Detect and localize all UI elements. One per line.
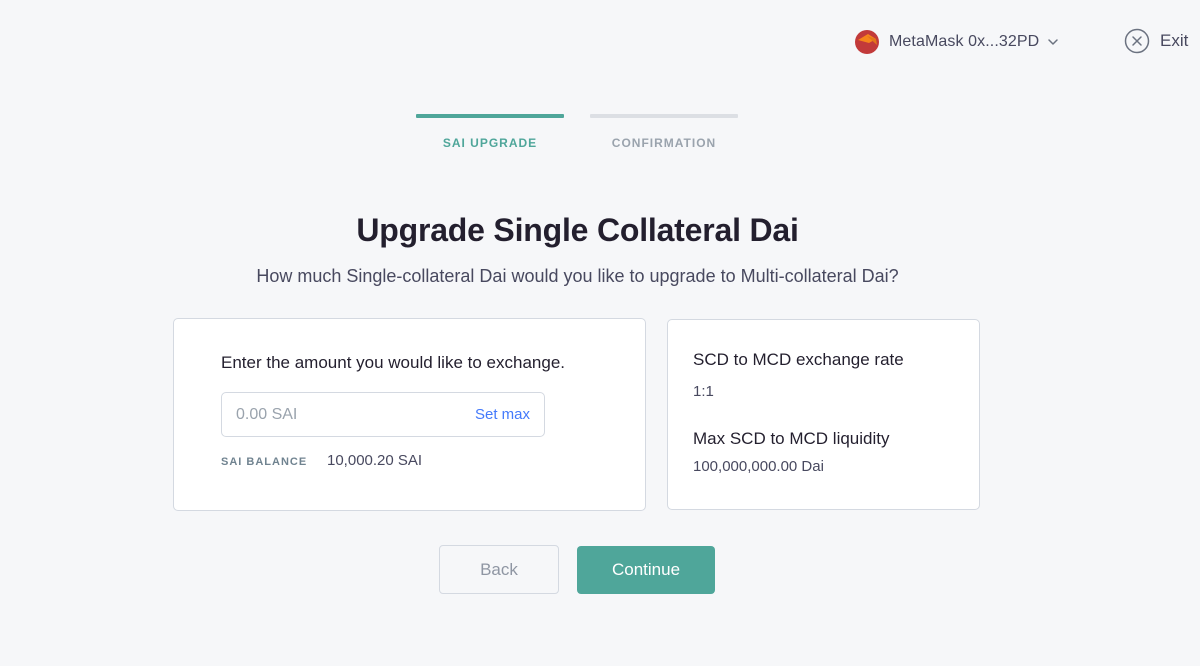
exit-button[interactable]: Exit: [1124, 28, 1188, 54]
step-confirmation: CONFIRMATION: [590, 114, 738, 150]
page-title: Upgrade Single Collateral Dai: [356, 212, 799, 248]
account-selector[interactable]: MetaMask 0x...32PD: [855, 30, 1059, 54]
step-label: SAI UPGRADE: [442, 136, 538, 150]
metamask-fox-icon: [855, 30, 879, 54]
continue-button[interactable]: Continue: [577, 546, 715, 594]
amount-input[interactable]: [236, 405, 475, 424]
step-progress-bar: [416, 114, 564, 118]
step-label: CONFIRMATION: [611, 136, 717, 150]
balance-value: 10,000.20 SAI: [327, 452, 423, 469]
balance-label: SAI BALANCE: [221, 456, 308, 468]
chevron-down-icon: [1048, 39, 1059, 45]
page-subtitle: How much Single-collateral Dai would you…: [256, 266, 899, 286]
balance-row: SAI BALANCE 10,000.20 SAI: [221, 452, 422, 469]
exit-label: Exit: [1160, 31, 1189, 50]
back-button[interactable]: Back: [439, 545, 559, 594]
exchange-rate-value: 1:1: [693, 383, 714, 400]
set-max-button[interactable]: Set max: [475, 406, 530, 423]
step-sai-upgrade: SAI UPGRADE: [416, 114, 564, 150]
liquidity-label: Max SCD to MCD liquidity: [693, 429, 890, 448]
account-label: MetaMask 0x...32PD: [889, 33, 1040, 50]
liquidity-value: 100,000,000.00 Dai: [693, 458, 824, 475]
exchange-card: Enter the amount you would like to excha…: [173, 318, 646, 511]
exchange-rate-label: SCD to MCD exchange rate: [693, 350, 904, 369]
amount-field[interactable]: Set max: [221, 392, 545, 437]
exchange-prompt: Enter the amount you would like to excha…: [221, 353, 565, 372]
sai-upgrade-page: MetaMask 0x...32PD Exit SAI UPGRADE CONF…: [0, 0, 1200, 666]
close-circle-icon: [1124, 28, 1150, 54]
step-progress-bar: [590, 114, 738, 118]
exchange-info-card: SCD to MCD exchange rate 1:1 Max SCD to …: [667, 319, 980, 510]
